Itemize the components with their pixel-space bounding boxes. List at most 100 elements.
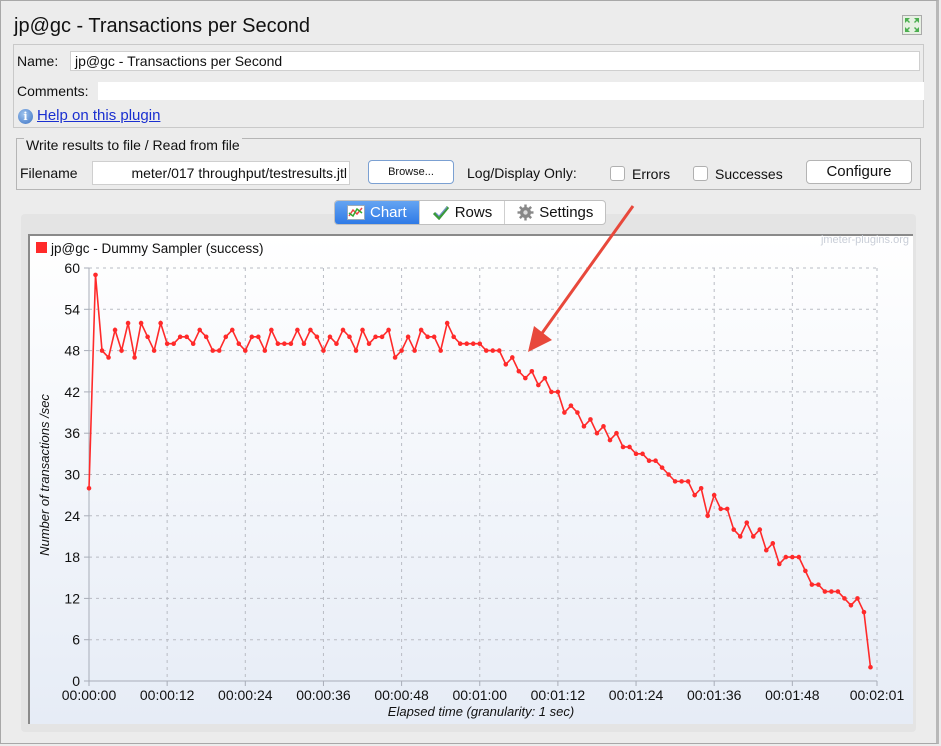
x-tick-label: 00:02:01 <box>850 687 905 703</box>
x-tick-label: 00:01:12 <box>531 687 586 703</box>
data-point <box>93 272 98 278</box>
data-point <box>783 554 789 560</box>
y-tick-label: 24 <box>64 508 80 524</box>
data-point <box>125 320 131 326</box>
data-point <box>190 341 196 347</box>
data-point <box>158 320 163 326</box>
data-point <box>588 417 593 422</box>
data-point <box>457 341 463 347</box>
data-point <box>822 589 828 594</box>
data-point <box>256 334 261 340</box>
data-point <box>216 348 222 353</box>
data-point <box>646 458 652 464</box>
data-point <box>633 451 639 457</box>
data-point <box>223 334 229 340</box>
data-point <box>614 430 619 436</box>
data-point <box>601 424 606 429</box>
data-point <box>164 341 170 347</box>
x-tick-label: 00:00:24 <box>218 687 273 703</box>
data-point <box>490 348 496 353</box>
x-axis-label: Elapsed time (granularity: 1 sec) <box>388 704 574 719</box>
data-point <box>581 424 587 429</box>
data-point <box>829 589 834 594</box>
data-point <box>803 568 808 574</box>
data-point <box>379 334 385 340</box>
data-point <box>373 334 378 340</box>
data-point <box>347 334 352 340</box>
data-point <box>757 527 763 532</box>
data-point <box>119 348 124 353</box>
data-point <box>659 465 665 470</box>
data-point <box>236 341 242 347</box>
x-tick-label: 00:00:12 <box>140 687 195 703</box>
data-point <box>106 355 111 360</box>
data-point <box>269 327 274 333</box>
y-tick-label: 12 <box>64 590 80 606</box>
data-point <box>282 341 287 347</box>
data-point <box>594 430 600 436</box>
y-tick-label: 60 <box>64 260 80 276</box>
data-point <box>711 492 717 498</box>
data-point <box>184 334 189 340</box>
data-point <box>360 327 365 333</box>
y-tick-label: 42 <box>64 384 80 400</box>
data-point <box>444 320 450 326</box>
data-point <box>861 609 867 615</box>
data-point <box>275 341 281 347</box>
data-point <box>724 506 730 512</box>
data-point <box>451 334 456 340</box>
data-point <box>685 479 691 484</box>
data-point <box>529 368 535 374</box>
watermark: jmeter-plugins.org <box>820 234 909 246</box>
data-point <box>340 327 346 333</box>
data-point <box>483 348 489 353</box>
data-point <box>392 355 398 360</box>
data-point <box>796 554 802 560</box>
data-point <box>203 334 209 340</box>
data-point <box>542 375 548 381</box>
data-point <box>672 479 678 484</box>
data-point <box>555 389 561 395</box>
legend-swatch <box>36 242 47 253</box>
data-point <box>366 341 372 347</box>
data-point <box>718 506 724 512</box>
data-point <box>737 534 743 539</box>
data-point <box>386 327 391 333</box>
data-point <box>770 541 776 546</box>
data-point <box>321 348 326 353</box>
data-point <box>334 341 339 347</box>
data-point <box>790 554 795 560</box>
data-point <box>151 348 157 353</box>
data-point <box>731 527 737 532</box>
y-tick-label: 18 <box>64 549 80 565</box>
data-point <box>653 458 658 464</box>
y-tick-label: 54 <box>64 301 80 317</box>
x-tick-label: 00:01:48 <box>765 687 820 703</box>
y-axis-label: Number of transactions /sec <box>37 394 52 556</box>
y-tick-label: 36 <box>64 425 80 441</box>
data-point <box>262 348 268 353</box>
data-point <box>627 444 632 450</box>
data-point <box>399 348 404 353</box>
data-point <box>405 334 411 340</box>
y-tick-label: 6 <box>72 632 80 648</box>
transactions-chart: jmeter-plugins.org jp@gc - Dummy Sampler… <box>36 205 909 719</box>
data-point <box>679 479 684 484</box>
data-point <box>99 348 105 353</box>
data-point <box>744 520 750 525</box>
data-point <box>295 327 300 333</box>
data-point <box>842 596 847 601</box>
data-point <box>171 341 176 347</box>
data-point <box>848 602 854 608</box>
data-point <box>692 492 697 498</box>
data-point <box>210 348 216 353</box>
data-point <box>470 341 476 347</box>
y-tick-label: 30 <box>64 467 80 483</box>
data-point <box>575 410 580 415</box>
data-point <box>464 341 470 347</box>
data-point <box>477 341 483 347</box>
data-point <box>816 582 821 587</box>
data-point <box>562 410 567 415</box>
data-point <box>503 362 509 367</box>
legend-label: jp@gc - Dummy Sampler (success) <box>50 241 264 256</box>
